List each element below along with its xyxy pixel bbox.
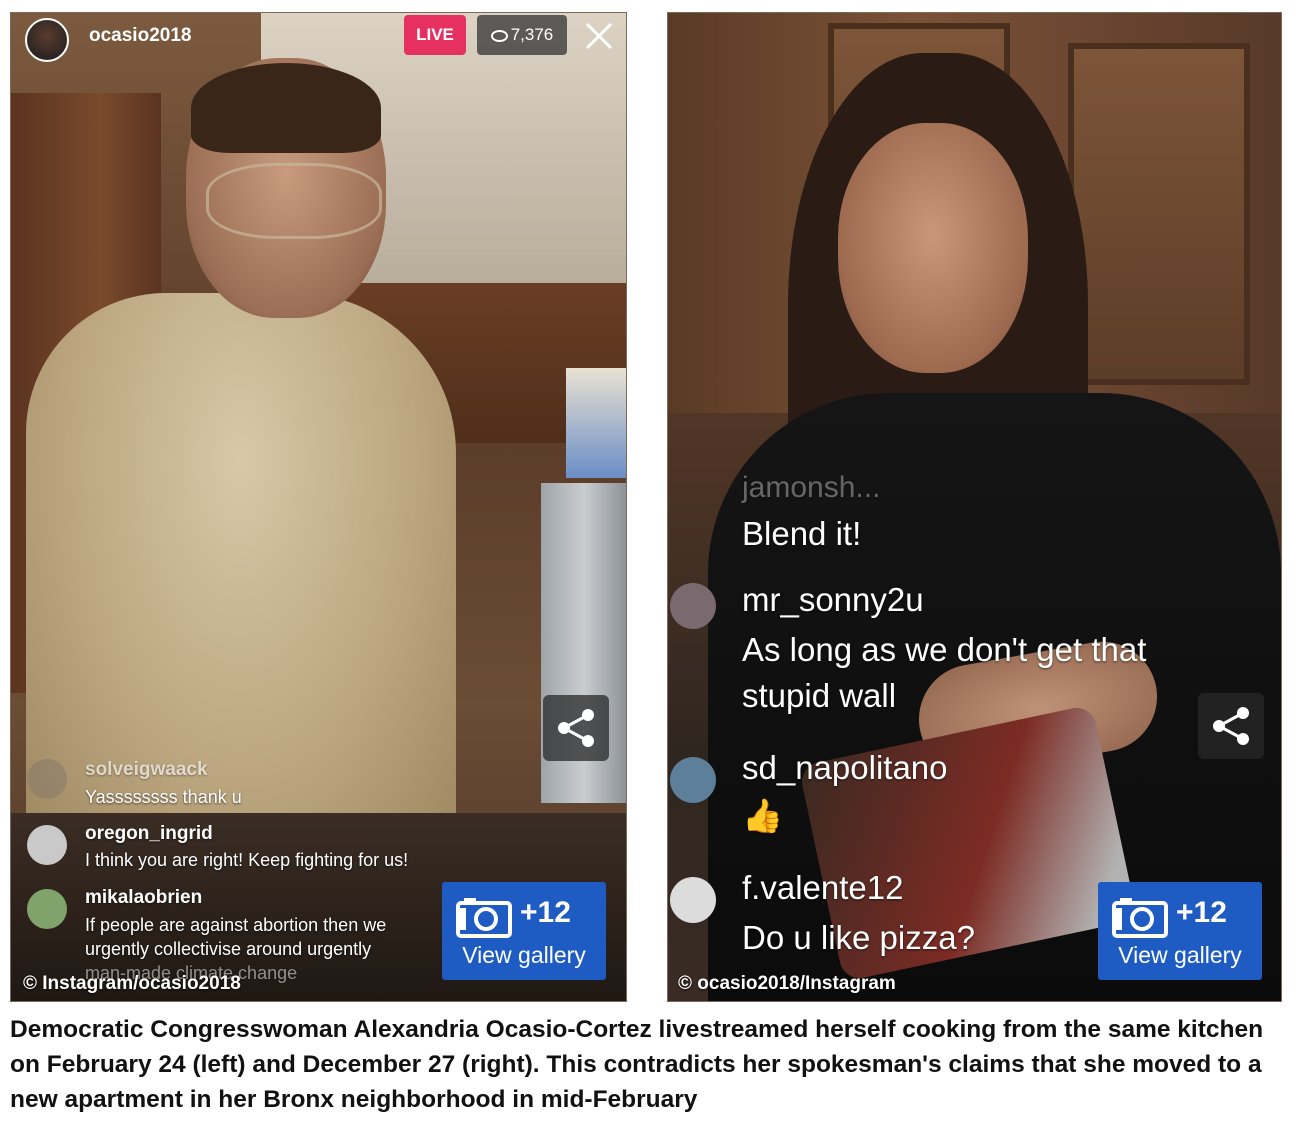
gallery-label: View gallery (462, 942, 586, 968)
camera-icon (456, 898, 512, 938)
comment-text: Yassssssss thank u (85, 787, 242, 807)
commenter-avatar (27, 889, 67, 929)
live-badge: LIVE (404, 15, 466, 55)
eye-icon (490, 29, 508, 42)
viewer-count-badge: 7,376 (477, 15, 567, 55)
profile-avatar[interactable] (25, 18, 69, 62)
comment-text-line2: stupid wall (742, 677, 897, 714)
gallery-count: +12 (1176, 896, 1227, 929)
image-caption: Democratic Congresswoman Alexandria Ocas… (10, 1016, 1264, 1113)
comment-text: As long as we don't get that (742, 631, 1147, 668)
comment-text: Blend it! (742, 515, 862, 552)
comment-username: sd_napolitano (742, 749, 948, 786)
comment-text-line2: urgently collectivise around urgently (85, 939, 372, 959)
close-icon[interactable] (584, 21, 614, 51)
comment-username: mikalaobrien (85, 887, 203, 908)
person-face (838, 123, 1028, 373)
viewer-count: 7,376 (510, 25, 554, 44)
camera-icon (1112, 898, 1168, 938)
commenter-avatar (27, 825, 67, 865)
commenter-avatar (670, 583, 716, 629)
image-credit: © Instagram/ocasio2018 (23, 973, 241, 994)
commenter-avatar (670, 757, 716, 803)
comment-username: solveigwaack (85, 759, 208, 780)
comment-username: oregon_ingrid (85, 823, 213, 844)
share-button[interactable] (1198, 693, 1264, 759)
person-hair (191, 63, 381, 153)
right-livestream-panel: jamonsh... Blend it! mr_sonny2u As long … (667, 12, 1282, 1002)
gallery-count: +12 (520, 896, 571, 929)
view-gallery-button[interactable]: +12 View gallery (442, 882, 606, 980)
share-icon (1213, 707, 1249, 745)
comment-text: If people are against abortion then we (85, 915, 387, 935)
gallery-label: View gallery (1118, 942, 1242, 968)
comment-text: I think you are right! Keep fighting for… (85, 850, 409, 870)
commenter-avatar (27, 759, 67, 799)
view-gallery-button[interactable]: +12 View gallery (1098, 882, 1262, 980)
glasses (206, 163, 382, 239)
comment-text: Do u like pizza? (742, 919, 975, 956)
thumbs-up-emoji: 👍 (742, 797, 784, 834)
share-button[interactable] (543, 695, 609, 761)
commenter-avatar (670, 877, 716, 923)
comment-username: f.valente12 (742, 869, 904, 906)
comment-username: mr_sonny2u (742, 581, 924, 618)
left-livestream-panel: ocasio2018 LIVE 7,376 solveigwaack Yasss… (10, 12, 627, 1002)
share-icon (558, 709, 594, 747)
cereal-box (566, 368, 626, 478)
cabinet-door (1068, 43, 1250, 385)
stream-username[interactable]: ocasio2018 (89, 25, 191, 47)
comment-username: jamonsh... (742, 471, 881, 504)
image-credit: © ocasio2018/Instagram (678, 973, 896, 994)
